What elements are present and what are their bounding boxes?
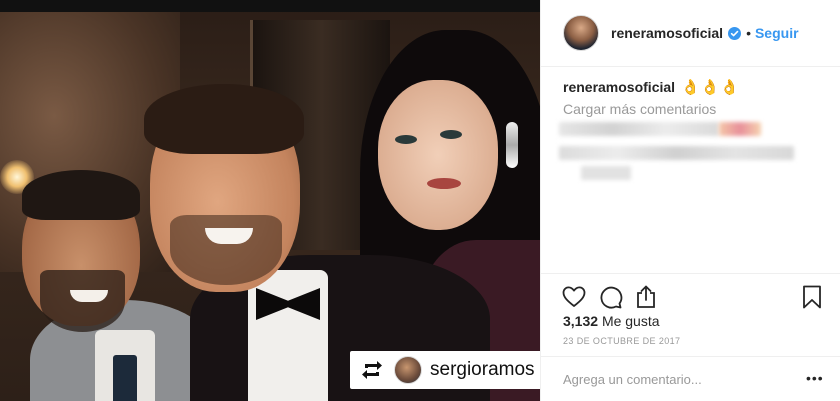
caption: reneramosoficial 👌👌👌 [563, 78, 740, 96]
post-header: reneramosoficial • Seguir [541, 0, 840, 67]
person-left-hair [22, 170, 140, 220]
caption-text: 👌👌👌 [681, 79, 741, 96]
person-right-face [378, 80, 498, 230]
verified-badge-icon [728, 26, 742, 40]
post-sidebar: reneramosoficial • Seguir reneramosofici… [540, 0, 840, 401]
follow-button[interactable]: Seguir [755, 25, 799, 41]
caption-username[interactable]: reneramosoficial [563, 79, 675, 95]
likes-count[interactable]: 3,132 Me gusta [563, 313, 660, 329]
blurred-comment [581, 166, 631, 180]
blurred-comment [559, 146, 794, 160]
heart-icon[interactable] [561, 284, 587, 310]
person-right-eye [440, 130, 462, 139]
repost-badge: sergioramos [350, 351, 540, 389]
photo-top-border [0, 0, 540, 12]
person-right-earring [506, 122, 518, 168]
repost-icon [360, 359, 384, 381]
likes-number: 3,132 [563, 313, 599, 329]
repost-avatar [394, 356, 422, 384]
post-date[interactable]: 23 DE OCTUBRE DE 2017 [563, 336, 680, 346]
person-left-tie [113, 355, 137, 401]
header-separator: • [746, 25, 751, 41]
more-options-icon[interactable]: ••• [806, 370, 823, 386]
blurred-comment [719, 122, 761, 136]
share-icon[interactable] [633, 284, 659, 310]
person-right-lips [427, 178, 461, 189]
post-photo[interactable]: sergioramos [0, 0, 540, 401]
comment-input[interactable] [563, 371, 793, 387]
repost-username: sergioramos [430, 359, 535, 380]
comment-icon[interactable] [597, 284, 623, 310]
person-center-beard [170, 215, 282, 285]
person-left-smile [70, 290, 108, 302]
person-center-hair [144, 84, 304, 154]
blurred-comment [559, 122, 719, 136]
avatar[interactable] [563, 15, 599, 51]
person-right-eye [395, 135, 417, 144]
likes-label: Me gusta [601, 313, 660, 329]
load-more-comments-button[interactable]: Cargar más comentarios [563, 101, 716, 117]
header-username[interactable]: reneramosoficial [611, 25, 723, 41]
comment-form [541, 356, 840, 401]
bookmark-icon[interactable] [799, 284, 825, 310]
